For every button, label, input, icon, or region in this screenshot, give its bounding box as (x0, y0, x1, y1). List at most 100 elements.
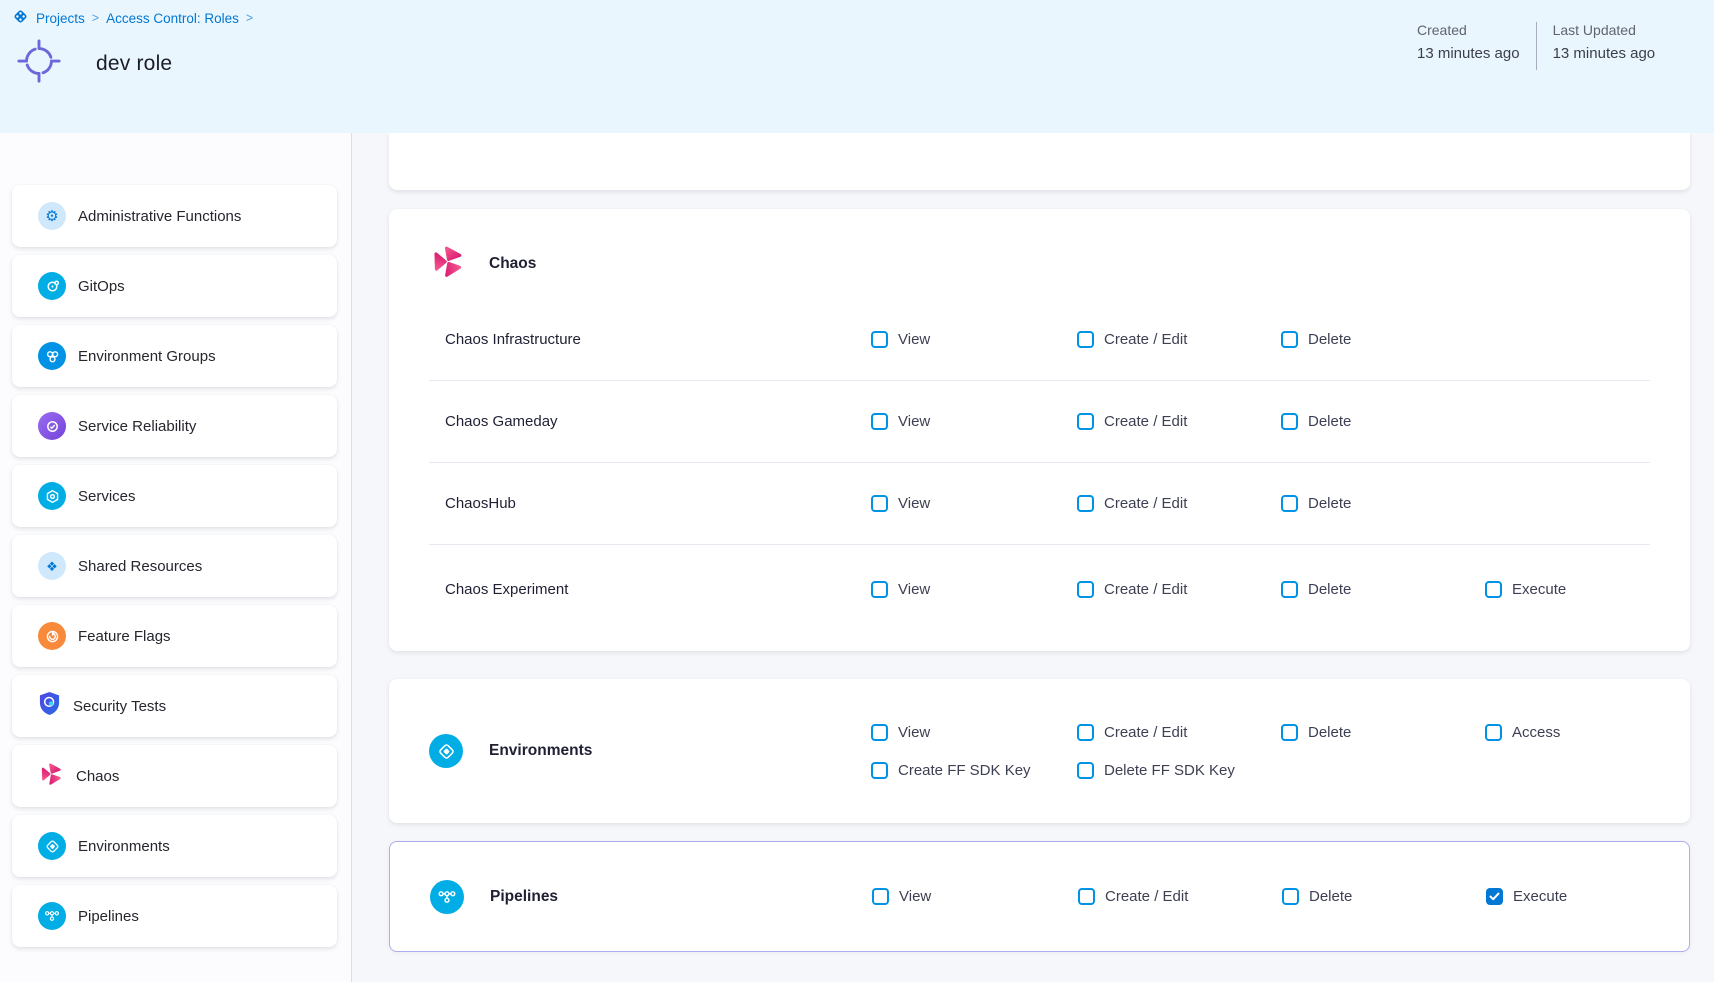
checkbox-unchecked-icon[interactable] (1078, 888, 1095, 905)
sidebar-item-label: Environment Groups (78, 348, 216, 365)
card-environments: Environments ViewCreate / Edit Delete Acces… (389, 679, 1690, 823)
sidebar-item-services[interactable]: Services (12, 465, 337, 527)
permission-checkbox-view[interactable]: View (871, 331, 1077, 348)
permission-label: Delete (1308, 724, 1351, 741)
sidebar-item-shared-resources[interactable]: ❖Shared Resources (12, 535, 337, 597)
checkbox-unchecked-icon[interactable] (1485, 581, 1502, 598)
sidebar-item-gitops[interactable]: GitOps (12, 255, 337, 317)
card-pipelines[interactable]: PipelinesViewCreate / EditDeleteExecute (389, 841, 1690, 952)
sidebar-item-environment-groups[interactable]: Environment Groups (12, 325, 337, 387)
sidebar-item-label: Environments (78, 838, 170, 855)
breadcrumb-link-access-control-roles[interactable]: Access Control: Roles (106, 11, 239, 26)
sidebar-item-label: Shared Resources (78, 558, 202, 575)
permission-checkbox-view[interactable]: View (871, 581, 1077, 598)
created-value: 13 minutes ago (1417, 45, 1520, 62)
security-tests-icon (38, 691, 61, 721)
chaos-pinwheel-icon (38, 761, 64, 792)
created-label: Created (1417, 22, 1520, 38)
permission-checkbox-create-ff-sdk-key[interactable]: Create FF SDK Key (871, 762, 1077, 779)
checkbox-unchecked-icon[interactable] (1077, 331, 1094, 348)
sidebar-item-environments[interactable]: Environments (12, 815, 337, 877)
admin-gear-icon: ⚙ (38, 202, 66, 230)
card-pipelines-header: Pipelines (430, 880, 872, 914)
sidebar-item-label: Service Reliability (78, 418, 196, 435)
permission-checkbox-view[interactable]: View (871, 495, 1077, 512)
permission-checkbox-access[interactable]: Access (1485, 724, 1650, 741)
service-reliability-icon (38, 412, 66, 440)
checkbox-unchecked-icon[interactable] (872, 888, 889, 905)
permission-checkbox-delete[interactable]: Delete (1281, 724, 1485, 741)
checkbox-unchecked-icon[interactable] (1077, 724, 1094, 741)
permission-label: Delete (1308, 331, 1351, 348)
role-target-icon (16, 36, 62, 91)
checkbox-unchecked-icon[interactable] (1077, 581, 1094, 598)
checkbox-checked-icon[interactable] (1486, 888, 1503, 905)
checkbox-unchecked-icon[interactable] (871, 724, 888, 741)
permission-checkbox-view[interactable]: View (871, 413, 1077, 430)
checkbox-unchecked-icon[interactable] (1281, 413, 1298, 430)
permission-checkbox-delete[interactable]: Delete (1281, 331, 1485, 348)
checkbox-unchecked-icon[interactable] (871, 413, 888, 430)
sidebar-item-feature-flags[interactable]: Feature Flags (12, 605, 337, 667)
sidebar-item-pipelines[interactable]: Pipelines (12, 885, 337, 947)
permission-checkbox-create-edit[interactable]: Create / Edit (1077, 581, 1281, 598)
permission-label: Create / Edit (1104, 413, 1187, 430)
checkbox-unchecked-icon[interactable] (1281, 581, 1298, 598)
checkbox-unchecked-icon[interactable] (1281, 724, 1298, 741)
permission-checkbox-create-edit[interactable]: Create / Edit (1077, 724, 1281, 741)
checkbox-unchecked-icon[interactable] (1281, 331, 1298, 348)
checkbox-unchecked-icon[interactable] (1281, 495, 1298, 512)
checkbox-unchecked-icon[interactable] (1282, 888, 1299, 905)
sidebar-item-label: Chaos (76, 768, 119, 785)
card-chaos: ChaosChaos InfrastructureViewCreate / Ed… (389, 209, 1690, 651)
environments-icon (38, 832, 66, 860)
permission-label: Delete (1308, 581, 1351, 598)
resource-label: Chaos Gameday (429, 413, 871, 430)
pipelines-icon (430, 880, 464, 914)
permission-label: Create / Edit (1104, 495, 1187, 512)
permission-label: Delete (1308, 495, 1351, 512)
resource-group-sidebar: ⚙Administrative Functions GitOps Environme… (0, 133, 352, 982)
permission-checkbox-view[interactable]: View (871, 724, 1077, 741)
checkbox-unchecked-icon[interactable] (871, 581, 888, 598)
card-environments-header: Environments (429, 734, 871, 768)
permission-checkbox-delete[interactable]: Delete (1282, 888, 1486, 905)
environments-icon (429, 734, 463, 768)
gitops-icon (38, 272, 66, 300)
permission-checkbox-delete[interactable]: Delete (1281, 495, 1485, 512)
permission-checkbox-view[interactable]: View (872, 888, 1078, 905)
sidebar-item-administrative-functions[interactable]: ⚙Administrative Functions (12, 185, 337, 247)
checkbox-unchecked-icon[interactable] (871, 762, 888, 779)
sidebar-item-service-reliability[interactable]: Service Reliability (12, 395, 337, 457)
breadcrumb-separator: > (92, 11, 99, 25)
checkbox-unchecked-icon[interactable] (1077, 413, 1094, 430)
resource-label: ChaosHub (429, 495, 871, 512)
projects-icon (12, 8, 29, 28)
permission-checkbox-create-edit[interactable]: Create / Edit (1077, 413, 1281, 430)
permission-checkbox-delete-ff-sdk-key[interactable]: Delete FF SDK Key (1077, 762, 1281, 779)
card-title: Environments (489, 742, 592, 760)
permission-checkbox-delete[interactable]: Delete (1281, 581, 1485, 598)
checkbox-unchecked-icon[interactable] (871, 331, 888, 348)
environment-groups-icon (38, 342, 66, 370)
permission-checkbox-execute[interactable]: Execute (1486, 888, 1649, 905)
sidebar-item-label: Pipelines (78, 908, 139, 925)
permission-checkbox-execute[interactable]: Execute (1485, 581, 1650, 598)
checkbox-unchecked-icon[interactable] (1077, 495, 1094, 512)
created-block: Created 13 minutes ago (1417, 22, 1520, 70)
permission-label: View (898, 495, 930, 512)
checkbox-unchecked-icon[interactable] (1485, 724, 1502, 741)
permission-checkbox-create-edit[interactable]: Create / Edit (1077, 331, 1281, 348)
breadcrumb-link-projects[interactable]: Projects (36, 11, 85, 26)
sidebar-item-security-tests[interactable]: Security Tests (12, 675, 337, 737)
sidebar-item-label: Services (78, 488, 136, 505)
checkbox-unchecked-icon[interactable] (1077, 762, 1094, 779)
permission-row-chaos-infrastructure: Chaos InfrastructureViewCreate / EditDel… (429, 299, 1650, 381)
permission-cards: ChaosChaos InfrastructureViewCreate / Ed… (389, 209, 1690, 952)
permission-checkbox-create-edit[interactable]: Create / Edit (1077, 495, 1281, 512)
permission-checkbox-delete[interactable]: Delete (1281, 413, 1485, 430)
checkbox-unchecked-icon[interactable] (871, 495, 888, 512)
sidebar-item-chaos[interactable]: Chaos (12, 745, 337, 807)
sidebar-item-label: Feature Flags (78, 628, 171, 645)
permission-checkbox-create-edit[interactable]: Create / Edit (1078, 888, 1282, 905)
